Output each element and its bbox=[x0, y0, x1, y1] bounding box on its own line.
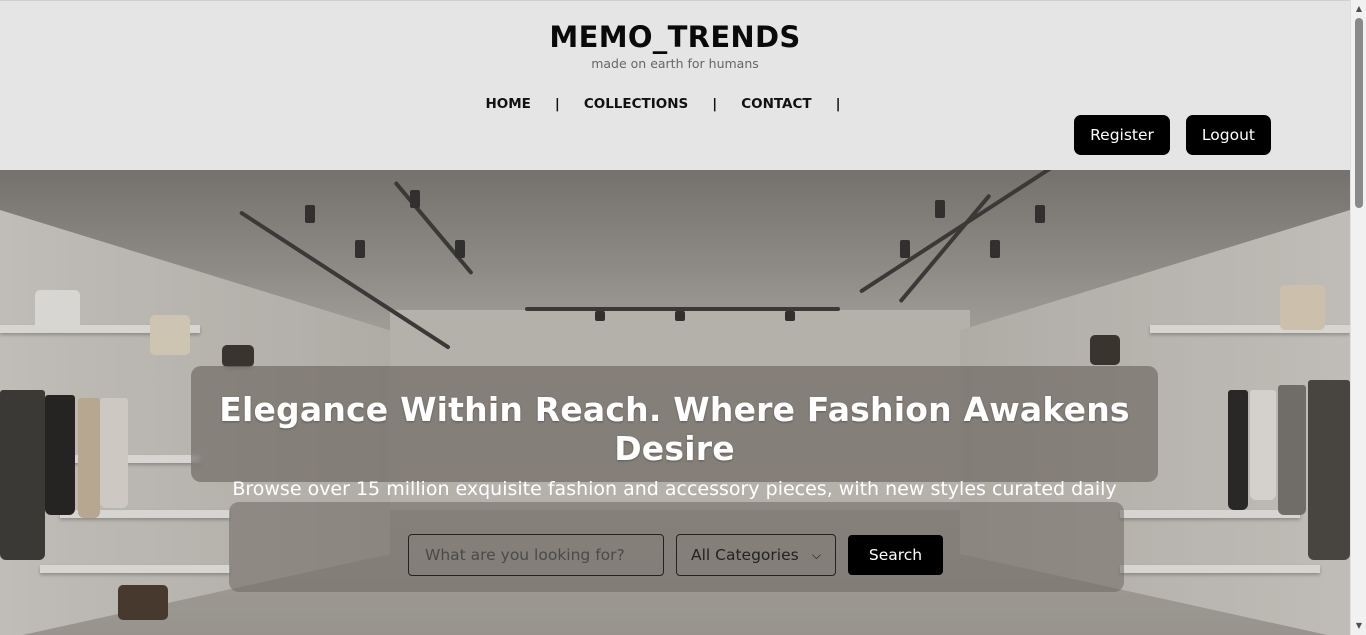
site-header: MEMO_TRENDS made on earth for humans HOM… bbox=[0, 0, 1350, 170]
brand: MEMO_TRENDS made on earth for humans bbox=[0, 20, 1350, 71]
hero-subheadline: Browse over 15 million exquisite fashion… bbox=[232, 478, 1117, 500]
logout-button[interactable]: Logout bbox=[1185, 115, 1271, 155]
search-input[interactable] bbox=[408, 534, 664, 576]
search-panel: All Categories ⌵ Search bbox=[229, 502, 1124, 592]
triangle-down-icon[interactable]: ▼ bbox=[1351, 619, 1366, 633]
main-nav: HOME | COLLECTIONS | CONTACT | bbox=[0, 96, 1350, 112]
brand-tagline: made on earth for humans bbox=[591, 56, 759, 71]
search-button[interactable]: Search bbox=[848, 535, 943, 575]
page: MEMO_TRENDS made on earth for humans HOM… bbox=[0, 0, 1350, 635]
nav-separator: | bbox=[554, 96, 560, 112]
category-select[interactable]: All Categories ⌵ bbox=[676, 534, 836, 576]
chevron-down-icon: ⌵ bbox=[811, 547, 821, 562]
nav-separator: | bbox=[835, 96, 841, 112]
nav-contact-link[interactable]: CONTACT bbox=[741, 96, 811, 112]
nav-collections-link[interactable]: COLLECTIONS bbox=[584, 96, 688, 112]
nav-separator: | bbox=[712, 96, 718, 112]
hero-headline: Elegance Within Reach. Where Fashion Awa… bbox=[219, 390, 1130, 468]
category-selected-value: All Categories bbox=[691, 546, 799, 564]
vertical-scrollbar[interactable]: ▲ ▼ bbox=[1350, 0, 1366, 635]
triangle-up-icon[interactable]: ▲ bbox=[1351, 2, 1366, 16]
register-button[interactable]: Register bbox=[1074, 115, 1170, 155]
auth-buttons: Register Logout bbox=[1074, 115, 1271, 155]
brand-title[interactable]: MEMO_TRENDS bbox=[0, 20, 1350, 54]
hero-section: Elegance Within Reach. Where Fashion Awa… bbox=[0, 170, 1350, 635]
nav-home-link[interactable]: HOME bbox=[485, 96, 530, 112]
hero-headline-panel: Elegance Within Reach. Where Fashion Awa… bbox=[191, 366, 1158, 500]
scrollbar-thumb[interactable] bbox=[1355, 18, 1363, 208]
